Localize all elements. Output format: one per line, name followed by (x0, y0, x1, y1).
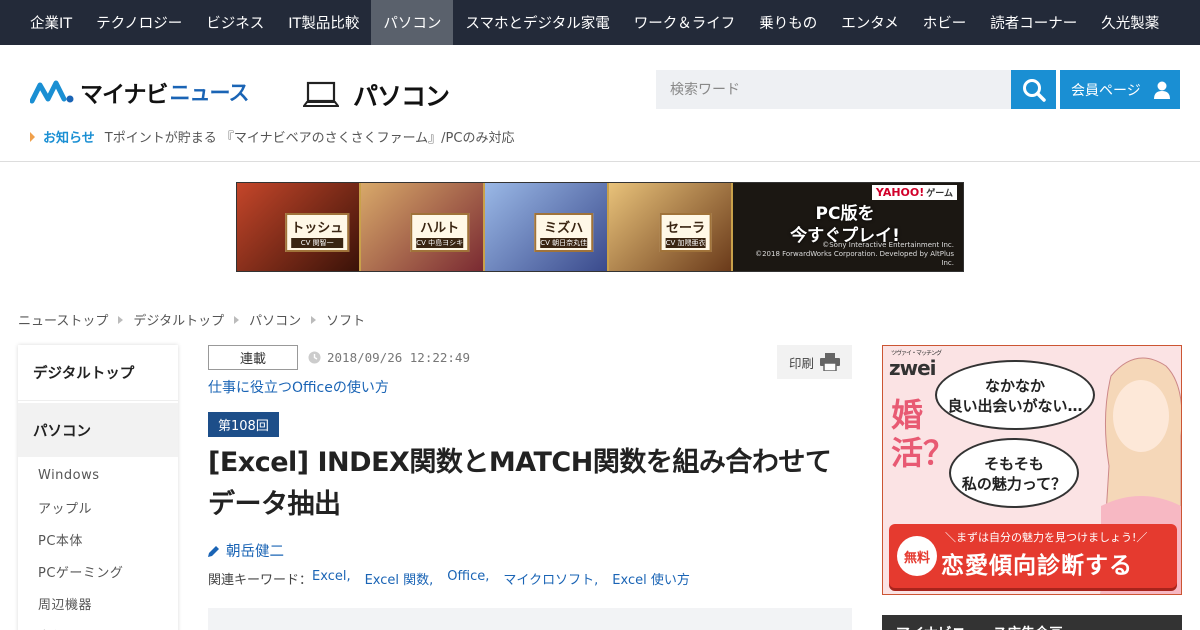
ad-speech-bubble: そもそも 私の魅力って？ (949, 438, 1079, 508)
member-page-button[interactable]: 会員ページ (1060, 70, 1180, 109)
search-icon (1022, 78, 1046, 102)
sidebar-subcategory-list: Windows アップル PC本体 PCゲーミング 周辺機器 自作・テクノロジー (18, 457, 178, 630)
related-keywords: 関連キーワード： Excel, Excel 関数, Office, マイクロソフ… (208, 569, 852, 588)
author-name: 朝岳健二 (226, 544, 284, 560)
keyword-link[interactable]: Excel, (312, 569, 351, 588)
series-link[interactable]: 仕事に役立つOfficeの使い方 (208, 377, 852, 397)
article-meta: 連載 2018/09/26 12:22:49 (208, 345, 852, 370)
search-button[interactable] (1011, 70, 1056, 109)
mynavi-logo-icon (30, 80, 74, 104)
nav-item-work-life[interactable]: ワーク＆ライフ (622, 0, 748, 45)
keyword-link[interactable]: Excel 関数, (365, 569, 434, 588)
search-bar (656, 70, 1056, 109)
sidebar-item-apple[interactable]: アップル (18, 491, 178, 523)
issue-number-badge: 第108回 (208, 412, 279, 437)
search-input[interactable] (656, 70, 1011, 109)
sidebar-item-diy-tech[interactable]: 自作・テクノロジー (18, 619, 178, 630)
notice-arrow-icon (30, 131, 35, 142)
nav-item-business[interactable]: ビジネス (194, 0, 276, 45)
site-header: マイナビ ニュース パソコン 会員ページ お知らせ Tポイントが貯まる 『マイナ… (0, 45, 1200, 162)
sidebar-item-windows[interactable]: Windows (18, 459, 178, 491)
notice-bar: お知らせ Tポイントが貯まる 『マイナビベアのさくさくファーム』/PCのみ対応 (30, 127, 514, 146)
breadcrumb-software[interactable]: ソフト (326, 310, 365, 329)
category-sidebar: デジタルトップ パソコン Windows アップル PC本体 PCゲーミング 周… (18, 345, 178, 630)
nav-item-entertainment[interactable]: エンタメ (829, 0, 911, 45)
sidebar-item-digital-top[interactable]: デジタルトップ (18, 345, 178, 401)
section-title-label: パソコン (353, 82, 450, 111)
ad-cta-label: 恋愛傾向診断する (941, 553, 1133, 579)
banner-character-tag: ハルト CV 中島ヨシキ (410, 213, 470, 252)
notice-label: お知らせ (43, 131, 95, 146)
banner-character: ミズハ CV 朝日奈丸佳 (485, 183, 609, 271)
banner-character-tag: ミズハ CV 朝日奈丸佳 (534, 213, 594, 252)
logo-news-text: ニュース (169, 81, 250, 105)
author-link[interactable]: 朝岳健二 (208, 540, 852, 561)
user-icon (1154, 81, 1170, 99)
notice-link[interactable]: Tポイントが貯まる 『マイナビベアのさくさくファーム』/PCのみ対応 (105, 127, 515, 146)
article: 連載 2018/09/26 12:22:49 印刷 仕事に役立つOfficeの使… (208, 345, 852, 630)
nav-item-enterprise-it[interactable]: 企業IT (0, 0, 84, 45)
printer-icon (820, 353, 840, 371)
keyword-link[interactable]: Excel 使い方 (612, 569, 690, 588)
banner-character: ハルト CV 中島ヨシキ (361, 183, 485, 271)
nav-item-vehicles[interactable]: 乗りもの (747, 0, 829, 45)
breadcrumb: ニューストップ デジタルトップ パソコン ソフト (18, 310, 365, 329)
keywords-label: 関連キーワード： (208, 573, 313, 588)
breadcrumb-pc[interactable]: パソコン (249, 310, 301, 329)
breadcrumb-news-top[interactable]: ニューストップ (18, 310, 108, 329)
section-title[interactable]: パソコン (303, 77, 450, 113)
publish-date-text: 2018/09/26 12:22:49 (327, 350, 470, 365)
keyword-link[interactable]: マイクロソフト, (503, 569, 598, 588)
ad-cta-button[interactable]: 無料 ＼まずは自分の魅力を見つけましょう!／ 恋愛傾向診断する (889, 524, 1177, 588)
breadcrumb-digital-top[interactable]: デジタルトップ (133, 310, 224, 329)
article-summary-box (208, 608, 852, 630)
zwei-logo: ツヴァイ・マッチング zwei (889, 350, 942, 380)
pencil-icon (208, 545, 219, 557)
yahoo-game-logo: YAHOO! ゲーム (871, 185, 957, 200)
nav-item-hobby[interactable]: ホビー (911, 0, 979, 45)
ad-konkatsu-text: 婚活？ (891, 396, 956, 472)
breadcrumb-separator-icon (311, 315, 317, 324)
banner-character: トッシュ CV 関智一 (237, 183, 361, 271)
member-page-label: 会員ページ (1071, 82, 1141, 99)
sidebar-item-peripherals[interactable]: 周辺機器 (18, 587, 178, 619)
ad-free-badge: 無料 (897, 536, 937, 576)
nav-item-readers[interactable]: 読者コーナー (978, 0, 1089, 45)
ad-feature-header: マイナビニュース広告企画 (882, 615, 1182, 630)
sidebar-item-pc[interactable]: パソコン (18, 403, 178, 457)
sidebar-ad[interactable]: ツヴァイ・マッチング zwei 婚活？ なかなか 良い出会いがない… そもそも 私… (882, 345, 1182, 595)
ad-speech-bubble: なかなか 良い出会いがない… (935, 360, 1095, 430)
banner-character-tag: トッシュ CV 関智一 (285, 213, 350, 252)
breadcrumb-separator-icon (118, 315, 124, 324)
clock-icon (308, 351, 321, 364)
nav-item-pc[interactable]: パソコン (371, 0, 454, 45)
nav-item-smartphone[interactable]: スマホとデジタル家電 (453, 0, 621, 45)
print-label: 印刷 (788, 355, 814, 371)
laptop-icon (303, 81, 339, 107)
banner-copyright: ©Sony Interactive Entertainment Inc. ©20… (755, 241, 954, 267)
banner-ad[interactable]: トッシュ CV 関智一 ハルト CV 中島ヨシキ ミズハ CV 朝日奈丸佳 セーラ CV… (236, 182, 964, 272)
ad-cta-subtext: ＼まずは自分の魅力を見つけましょう!／ (945, 531, 1148, 544)
nav-item-technology[interactable]: テクノロジー (84, 0, 194, 45)
site-logo[interactable]: マイナビ ニュース (30, 75, 249, 109)
series-tag: 連載 (208, 345, 298, 370)
sidebar-item-pc-gaming[interactable]: PCゲーミング (18, 555, 178, 587)
banner-character: セーラ CV 加隈亜衣 (609, 183, 733, 271)
sidebar-item-pc-hardware[interactable]: PC本体 (18, 523, 178, 555)
banner-cta-area: YAHOO! ゲーム PC版を 今すぐプレイ! ©Sony Interactive… (733, 183, 963, 271)
top-nav: 企業IT テクノロジー ビジネス IT製品比較 パソコン スマホとデジタル家電 … (0, 0, 1200, 45)
publish-date: 2018/09/26 12:22:49 (308, 350, 470, 365)
nav-item-it-comparison[interactable]: IT製品比較 (276, 0, 371, 45)
logo-brand-text: マイナビ (80, 82, 169, 108)
article-title: [Excel] INDEX関数とMATCH関数を組み合わせてデータ抽出 (208, 447, 832, 520)
nav-item-hisamitsu[interactable]: 久光製薬 (1089, 0, 1171, 45)
breadcrumb-separator-icon (234, 315, 240, 324)
banner-character-tag: セーラ CV 加隈亜衣 (659, 213, 712, 252)
print-button[interactable]: 印刷 (777, 345, 852, 379)
keyword-link[interactable]: Office, (447, 569, 489, 588)
